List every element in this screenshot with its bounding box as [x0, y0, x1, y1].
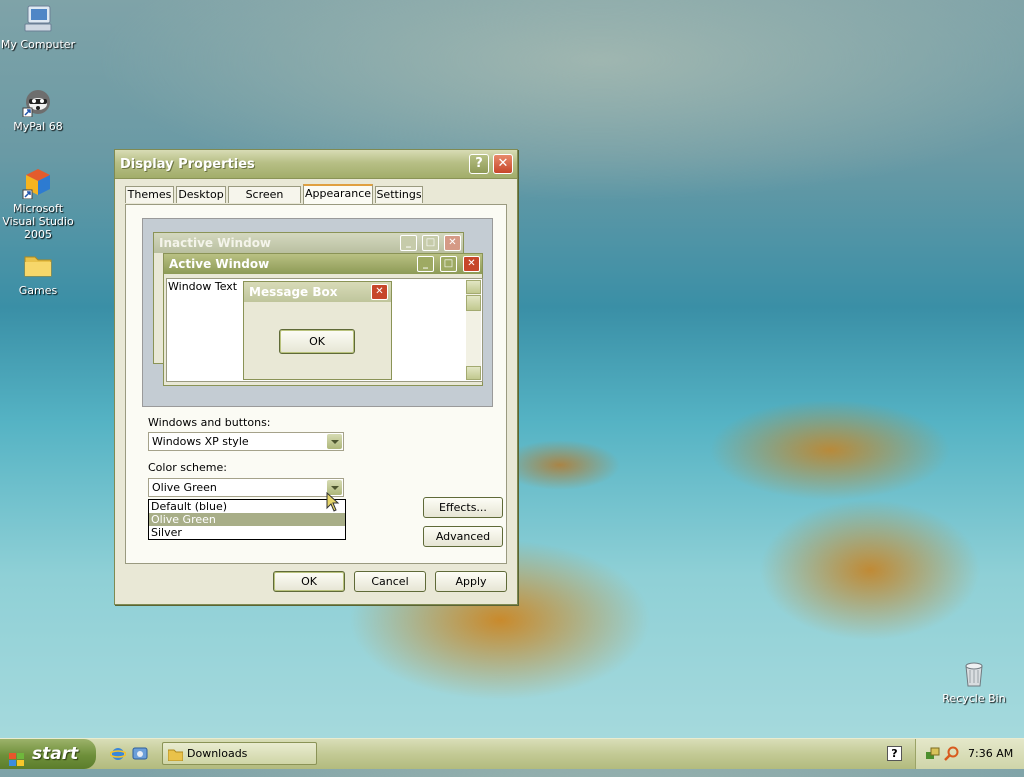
- desktop-icon-recycle-bin[interactable]: Recycle Bin: [936, 657, 1012, 705]
- effects-button[interactable]: Effects...: [423, 497, 503, 518]
- desktop-icon-label: Microsoft Visual Studio 2005: [2, 202, 74, 241]
- dialog-titlebar[interactable]: Display Properties ? ✕: [115, 150, 517, 179]
- preview-inactive-title: Inactive Window _ □ ✕: [154, 233, 463, 253]
- color-scheme-option-default-blue[interactable]: Default (blue): [149, 500, 345, 513]
- computer-icon: [22, 3, 54, 35]
- minimize-icon: _: [417, 256, 434, 272]
- help-button[interactable]: ?: [469, 154, 489, 174]
- network-icon[interactable]: [926, 747, 940, 761]
- windows-buttons-label: Windows and buttons:: [148, 416, 271, 429]
- show-desktop-icon[interactable]: [132, 746, 148, 762]
- start-button[interactable]: start: [0, 739, 96, 769]
- tab-settings[interactable]: Settings: [375, 186, 423, 203]
- help-icon: ?: [475, 156, 483, 171]
- close-icon: ✕: [444, 235, 461, 251]
- tab-desktop[interactable]: Desktop: [176, 186, 226, 203]
- appearance-panel: Inactive Window _ □ ✕ Active Window _ □ …: [125, 204, 507, 564]
- help-icon[interactable]: ?: [887, 746, 902, 761]
- tab-appearance[interactable]: Appearance: [303, 184, 373, 204]
- windows-buttons-select[interactable]: Windows XP style: [148, 432, 344, 451]
- desktop-icon-mypal[interactable]: MyPal 68: [0, 85, 76, 133]
- preview-message-title: Message Box ✕: [244, 282, 391, 302]
- cancel-button[interactable]: Cancel: [354, 571, 426, 592]
- appearance-preview: Inactive Window _ □ ✕ Active Window _ □ …: [142, 218, 493, 407]
- system-tray: 7:36 AM: [915, 739, 1024, 769]
- desktop-icon-label: My Computer: [0, 38, 76, 51]
- start-label: start: [32, 744, 79, 764]
- tab-themes[interactable]: Themes: [125, 186, 174, 203]
- close-icon: ✕: [463, 256, 480, 272]
- visual-studio-icon: [22, 167, 54, 200]
- color-scheme-label: Color scheme:: [148, 461, 227, 474]
- scroll-thumb: [466, 295, 481, 311]
- folder-icon: [22, 249, 54, 281]
- color-scheme-option-silver[interactable]: Silver: [149, 526, 345, 539]
- taskbar: start Downloads ? 7:36 AM: [0, 738, 1024, 769]
- color-scheme-value: Olive Green: [152, 481, 217, 494]
- dialog-title: Display Properties: [120, 157, 255, 172]
- desktop-icon-games[interactable]: Games: [0, 249, 76, 297]
- windows-buttons-value: Windows XP style: [152, 435, 249, 448]
- preview-scrollbar: [466, 280, 481, 380]
- advanced-button[interactable]: Advanced: [423, 526, 503, 547]
- tab-screen-saver[interactable]: Screen Saver: [228, 186, 301, 217]
- desktop-icon-label: Recycle Bin: [942, 692, 1006, 705]
- display-properties-dialog: Display Properties ? ✕ Themes Desktop Sc…: [114, 149, 518, 605]
- scroll-down-icon: [466, 366, 481, 380]
- desktop-icon-label: Games: [18, 284, 58, 297]
- desktop-icon-visual-studio[interactable]: Microsoft Visual Studio 2005: [0, 167, 76, 241]
- clock: 7:36 AM: [968, 747, 1014, 760]
- scroll-up-icon: [466, 280, 481, 294]
- preview-ok-button: OK: [279, 329, 355, 354]
- chevron-down-icon[interactable]: [327, 434, 342, 449]
- task-downloads[interactable]: Downloads: [162, 742, 317, 765]
- maximize-icon: □: [422, 235, 439, 251]
- task-label: Downloads: [187, 747, 248, 760]
- close-button[interactable]: ✕: [493, 154, 513, 174]
- raccoon-browser-icon: [22, 85, 54, 118]
- windows-logo-icon: [9, 747, 25, 766]
- ok-button[interactable]: OK: [273, 571, 345, 592]
- maximize-icon: □: [440, 256, 457, 272]
- close-icon: ✕: [371, 284, 388, 300]
- preview-active-title: Active Window _ □ ✕: [164, 254, 482, 274]
- apply-button[interactable]: Apply: [435, 571, 507, 592]
- search-icon[interactable]: [944, 746, 959, 761]
- preview-message-box: Message Box ✕ OK: [243, 281, 392, 380]
- recycle-bin-icon: [958, 657, 990, 689]
- internet-explorer-icon[interactable]: [109, 746, 127, 762]
- folder-icon: [167, 747, 184, 762]
- close-icon: ✕: [497, 156, 509, 171]
- color-scheme-option-olive-green[interactable]: Olive Green: [149, 513, 345, 526]
- preview-window-text: Window Text: [168, 280, 238, 293]
- minimize-icon: _: [400, 235, 417, 251]
- desktop-icon-label: MyPal 68: [13, 120, 63, 133]
- color-scheme-select[interactable]: Olive Green: [148, 478, 344, 497]
- desktop-icon-my-computer[interactable]: My Computer: [0, 3, 76, 51]
- mouse-cursor-icon: [326, 491, 340, 515]
- color-scheme-dropdown-list: Default (blue) Olive Green Silver: [148, 499, 346, 540]
